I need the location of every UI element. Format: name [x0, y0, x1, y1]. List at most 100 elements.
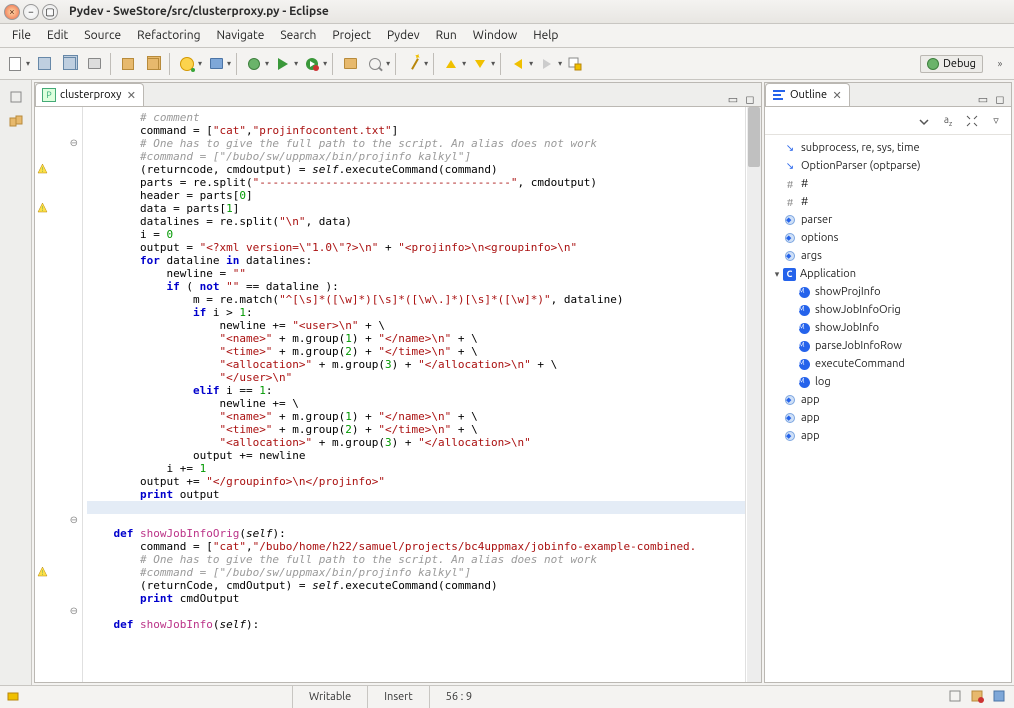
chevron-down-icon[interactable]: ▾ — [294, 59, 298, 68]
next-annotation-button[interactable] — [469, 53, 491, 75]
prev-annotation-button[interactable] — [440, 53, 462, 75]
close-tab-button[interactable]: ✕ — [125, 89, 137, 101]
outline-item[interactable]: ◆app — [767, 409, 1009, 427]
menu-pydev[interactable]: Pydev — [379, 27, 428, 44]
outline-item[interactable]: ◆app — [767, 427, 1009, 445]
status-task-icon[interactable] — [948, 689, 964, 705]
run-last-button[interactable] — [301, 53, 323, 75]
menu-edit[interactable]: Edit — [39, 27, 76, 44]
outline-tree[interactable]: ↘subprocess, re, sys, time↘OptionParser … — [765, 135, 1011, 682]
outline-item[interactable]: ▾CApplication — [767, 265, 1009, 283]
outline-item[interactable]: ## — [767, 193, 1009, 211]
chevron-down-icon[interactable]: ▾ — [323, 59, 327, 68]
outline-item[interactable]: MexecuteCommand — [767, 355, 1009, 373]
new-package-button[interactable] — [117, 53, 139, 75]
run-button[interactable] — [272, 53, 294, 75]
chevron-down-icon[interactable]: ▾ — [198, 59, 202, 68]
chevron-down-icon[interactable]: ▾ — [462, 59, 466, 68]
python-file-icon: P — [42, 88, 56, 102]
outline-item[interactable]: ↘subprocess, re, sys, time — [767, 139, 1009, 157]
outline-tab[interactable]: Outline ✕ — [765, 83, 850, 106]
chevron-down-icon[interactable]: ▾ — [558, 59, 562, 68]
save-button[interactable] — [33, 53, 55, 75]
open-type-button[interactable] — [339, 53, 361, 75]
outline-item[interactable]: ◆app — [767, 391, 1009, 409]
menu-search[interactable]: Search — [272, 27, 324, 44]
back-button[interactable] — [507, 53, 529, 75]
maximize-outline-button[interactable]: ◻ — [993, 92, 1007, 106]
window-close-button[interactable]: × — [4, 4, 20, 20]
chevron-down-icon[interactable]: ▾ — [227, 59, 231, 68]
open-perspective-button[interactable] — [565, 54, 585, 74]
overview-ruler[interactable] — [745, 107, 761, 682]
warning-marker[interactable]: ! — [37, 163, 49, 175]
fold-marker[interactable]: ⊖ — [66, 514, 78, 526]
menu-navigate[interactable]: Navigate — [208, 27, 272, 44]
maximize-pane-button[interactable]: ◻ — [743, 92, 757, 106]
styled-new-button[interactable] — [176, 53, 198, 75]
menu-help[interactable]: Help — [525, 27, 566, 44]
scrollbar-thumb[interactable] — [748, 107, 760, 167]
show-view-button[interactable] — [7, 112, 25, 130]
outline-item[interactable]: MshowJobInfo — [767, 319, 1009, 337]
new-button[interactable] — [4, 53, 26, 75]
chevron-down-icon[interactable]: ▾ — [386, 59, 390, 68]
outline-item-label: parseJobInfoRow — [815, 340, 902, 352]
warning-marker[interactable]: ! — [37, 566, 49, 578]
main-area: P clusterproxy ✕ ▭ ◻ ⊖!! ⊖! ⊖ # comment co… — [0, 80, 1014, 685]
outline-item[interactable]: ◆args — [767, 247, 1009, 265]
menu-run[interactable]: Run — [428, 27, 465, 44]
outline-item[interactable]: MparseJobInfoRow — [767, 337, 1009, 355]
menu-file[interactable]: File — [4, 27, 39, 44]
status-icon[interactable] — [6, 689, 22, 705]
chevron-down-icon[interactable]: ▾ — [265, 59, 269, 68]
new-packages-button[interactable] — [142, 53, 164, 75]
outline-item[interactable]: MshowJobInfoOrig — [767, 301, 1009, 319]
chevron-down-icon[interactable]: ▾ — [26, 59, 30, 68]
fold-marker[interactable]: ⊖ — [66, 605, 78, 617]
code-area[interactable]: # comment command = ["cat","projinfocont… — [83, 107, 745, 682]
outline-item[interactable]: Mlog — [767, 373, 1009, 391]
menu-source[interactable]: Source — [76, 27, 129, 44]
minimize-outline-button[interactable]: ▭ — [976, 92, 990, 106]
editor-tab-clusterproxy[interactable]: P clusterproxy ✕ — [35, 83, 144, 106]
fold-marker[interactable]: ⊖ — [66, 137, 78, 149]
editor-tab-bar: P clusterproxy ✕ ▭ ◻ — [35, 83, 761, 107]
chevron-down-icon[interactable]: ▾ — [529, 59, 533, 68]
window-maximize-button[interactable]: ▢ — [42, 4, 58, 20]
perspective-label: Debug — [943, 58, 976, 70]
window-minimize-button[interactable]: − — [23, 4, 39, 20]
outline-item[interactable]: MshowProjInfo — [767, 283, 1009, 301]
menu-window[interactable]: Window — [465, 27, 525, 44]
search-button[interactable] — [364, 53, 386, 75]
outline-item[interactable]: ◆parser — [767, 211, 1009, 229]
perspective-debug[interactable]: Debug — [920, 55, 983, 73]
menu-refactoring[interactable]: Refactoring — [129, 27, 208, 44]
debug-button[interactable] — [243, 53, 265, 75]
outline-expand-button[interactable] — [963, 112, 981, 130]
outline-sort-button[interactable]: az — [939, 112, 957, 130]
close-outline-button[interactable]: ✕ — [831, 89, 843, 101]
perspective-more-button[interactable]: » — [990, 58, 1010, 69]
print-button[interactable] — [83, 53, 105, 75]
outline-collapse-button[interactable] — [915, 112, 933, 130]
outline-item-label: showProjInfo — [815, 286, 881, 298]
chevron-down-icon[interactable]: ▾ — [491, 59, 495, 68]
editor-gutter[interactable]: ⊖!! ⊖! ⊖ — [35, 107, 83, 682]
status-tip-icon[interactable] — [992, 689, 1008, 705]
save-all-button[interactable] — [58, 53, 80, 75]
open-folder-button[interactable] — [205, 53, 227, 75]
warning-marker[interactable]: ! — [37, 202, 49, 214]
outline-item[interactable]: ◆options — [767, 229, 1009, 247]
outline-item[interactable]: ↘OptionParser (optparse) — [767, 157, 1009, 175]
fast-view-button[interactable] — [7, 88, 25, 106]
status-update-icon[interactable] — [970, 689, 986, 705]
forward-button[interactable] — [536, 53, 558, 75]
menu-project[interactable]: Project — [324, 27, 379, 44]
outline-item[interactable]: ## — [767, 175, 1009, 193]
outline-menu-button[interactable]: ▿ — [987, 112, 1005, 130]
chevron-down-icon[interactable]: ▾ — [424, 59, 428, 68]
wand-button[interactable] — [402, 53, 424, 75]
outline-item-label: # — [801, 196, 808, 208]
minimize-pane-button[interactable]: ▭ — [726, 92, 740, 106]
